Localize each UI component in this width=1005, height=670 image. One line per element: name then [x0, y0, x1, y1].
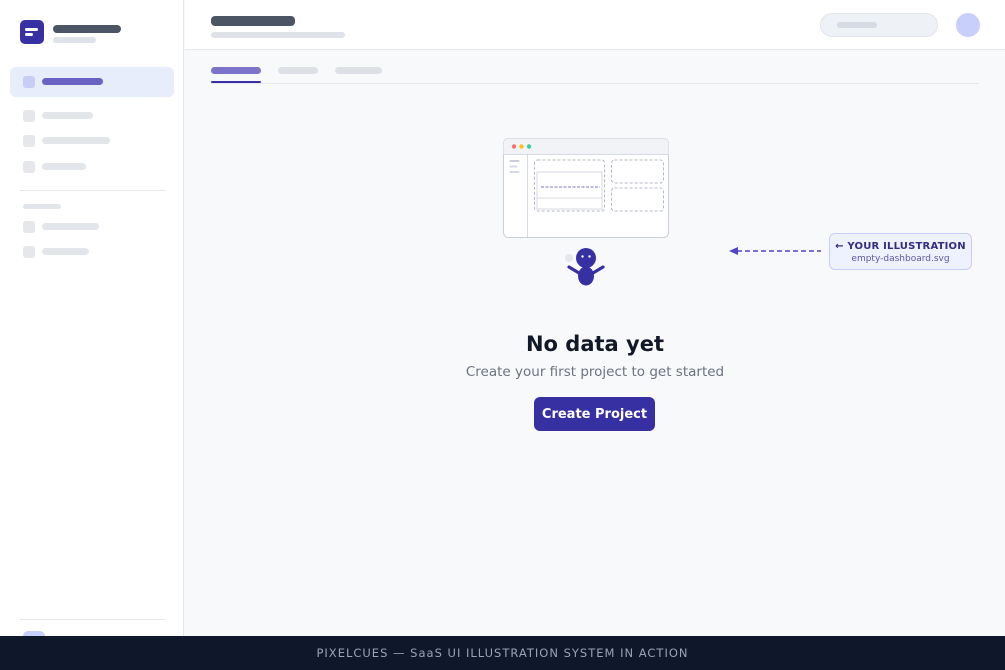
sidebar-item-label — [42, 248, 89, 255]
character-arm — [591, 265, 605, 275]
window-sidebar-line — [509, 171, 520, 173]
page-title-placeholder — [211, 16, 295, 26]
sidebar-item[interactable] — [10, 237, 174, 267]
tab-active-underline — [211, 81, 261, 83]
sidebar-item-label — [42, 112, 93, 119]
sidebar-item-label — [42, 137, 110, 144]
nav-square-icon — [23, 110, 35, 122]
character-head — [576, 248, 596, 268]
create-project-button[interactable]: Create Project — [534, 397, 655, 431]
empty-state-subtitle: Create your first project to get started — [465, 364, 725, 380]
nav-square-icon — [23, 161, 35, 173]
sidebar-item[interactable] — [10, 152, 174, 182]
sidebar-divider — [20, 190, 165, 191]
illustration-callout: ← YOUR ILLUSTRATION empty-dashboard.svg — [829, 233, 972, 270]
window-dot — [519, 144, 524, 149]
app-name-placeholder — [53, 25, 121, 33]
empty-dashboard-illustration — [500, 135, 672, 294]
tab[interactable] — [278, 67, 318, 74]
sidebar-item-label — [42, 163, 86, 170]
footer-banner: PIXELCUES — SaaS UI ILLUSTRATION SYSTEM … — [0, 636, 1005, 670]
tabs-divider — [211, 83, 979, 84]
nav-square-icon — [23, 76, 35, 88]
character-eye — [581, 255, 584, 258]
illustration-svg — [503, 138, 669, 286]
topbar — [185, 0, 1005, 50]
app-subtitle-placeholder — [53, 37, 96, 43]
empty-state-title: No data yet — [525, 332, 664, 356]
nav-square-icon — [23, 221, 35, 233]
thought-bubble — [565, 254, 573, 262]
tab[interactable] — [335, 67, 382, 74]
arrow-head — [729, 247, 738, 255]
tab-active[interactable] — [211, 67, 261, 74]
nav-square-icon — [23, 246, 35, 258]
sidebar-item-label — [42, 223, 99, 230]
character-eye — [588, 255, 591, 258]
sidebar-bottom-divider — [20, 619, 165, 620]
page-subtitle-placeholder — [211, 32, 345, 38]
logo-line — [25, 33, 33, 36]
sidebar — [0, 0, 184, 636]
window-sidebar-line — [509, 160, 520, 162]
callout-filename: empty-dashboard.svg — [851, 254, 950, 264]
nav-square-icon — [23, 135, 35, 147]
window-dot — [511, 144, 517, 149]
window-sidebar-line — [509, 165, 518, 168]
logo-line — [25, 28, 38, 31]
callout-title: ← YOUR ILLUSTRATION — [835, 241, 966, 252]
search-placeholder — [837, 22, 877, 28]
sidebar-item-label — [42, 78, 103, 85]
app-logo-icon[interactable] — [20, 20, 44, 44]
search-input[interactable] — [820, 13, 938, 37]
sidebar-section-heading — [23, 204, 61, 209]
sidebar-item-active[interactable] — [10, 67, 174, 97]
character-body — [578, 266, 594, 286]
character-arm — [567, 265, 581, 275]
window-dot — [526, 144, 532, 149]
avatar[interactable] — [956, 13, 980, 37]
callout-arrow-icon — [729, 247, 821, 255]
